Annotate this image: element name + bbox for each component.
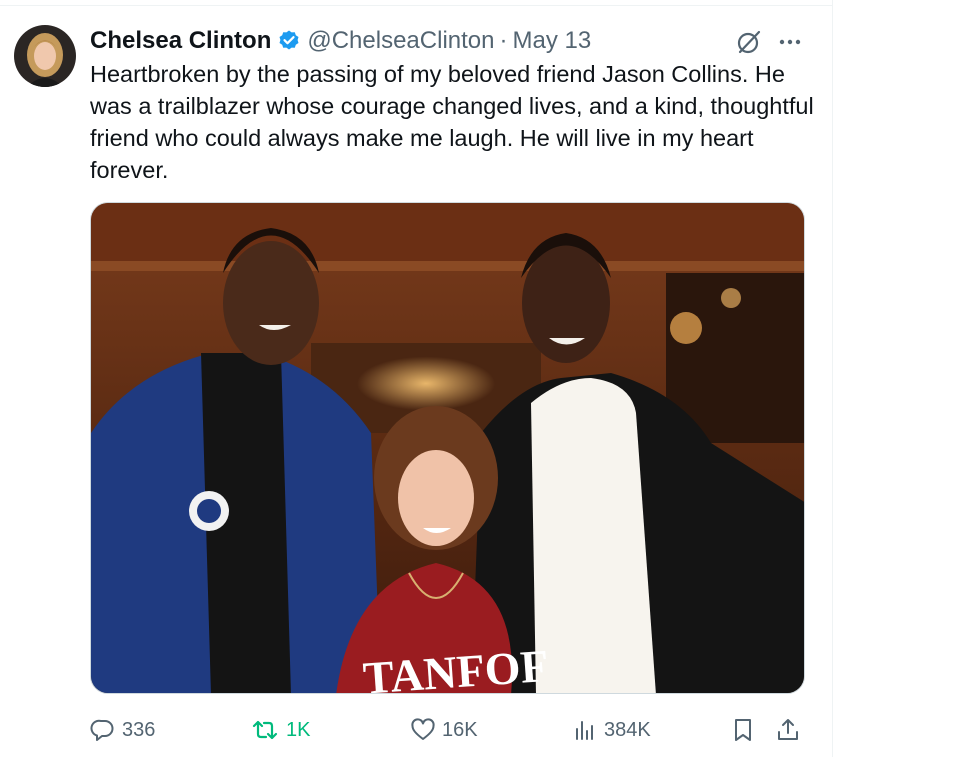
bookmark-icon: [735, 719, 751, 741]
action-bar: 336 1K 16K 384K: [90, 712, 810, 748]
tweet-header: Chelsea Clinton @ChelseaClinton · May 13: [90, 26, 591, 56]
repost-icon: [252, 720, 278, 740]
tweet-date[interactable]: May 13: [512, 27, 591, 55]
repost-button[interactable]: 1K: [250, 712, 310, 748]
like-count: 16K: [442, 718, 478, 741]
top-divider: [0, 5, 832, 6]
views-icon: [576, 721, 593, 740]
header-separator: ·: [499, 27, 508, 54]
like-icon: [411, 718, 435, 740]
tweet-text: Heartbroken by the passing of my beloved…: [90, 61, 814, 183]
views-button[interactable]: 384K: [572, 712, 651, 748]
more-icon[interactable]: [776, 28, 804, 56]
author-handle[interactable]: @ChelseaClinton: [307, 27, 494, 55]
repost-count: 1K: [286, 718, 311, 741]
like-button[interactable]: 16K: [410, 712, 478, 748]
verified-badge-icon: [277, 29, 301, 53]
author-display-name[interactable]: Chelsea Clinton: [90, 27, 271, 55]
reply-button[interactable]: 336: [90, 712, 155, 748]
reply-count: 336: [122, 718, 156, 741]
share-icon: [778, 719, 798, 740]
bookmark-button[interactable]: [730, 712, 762, 748]
views-count: 384K: [604, 718, 651, 741]
column-divider: [832, 0, 833, 757]
avatar[interactable]: [14, 25, 76, 87]
grok-icon[interactable]: [735, 28, 763, 56]
share-button[interactable]: [775, 712, 807, 748]
tweet-photo[interactable]: TANFOF: [90, 202, 805, 694]
reply-icon: [90, 719, 114, 741]
